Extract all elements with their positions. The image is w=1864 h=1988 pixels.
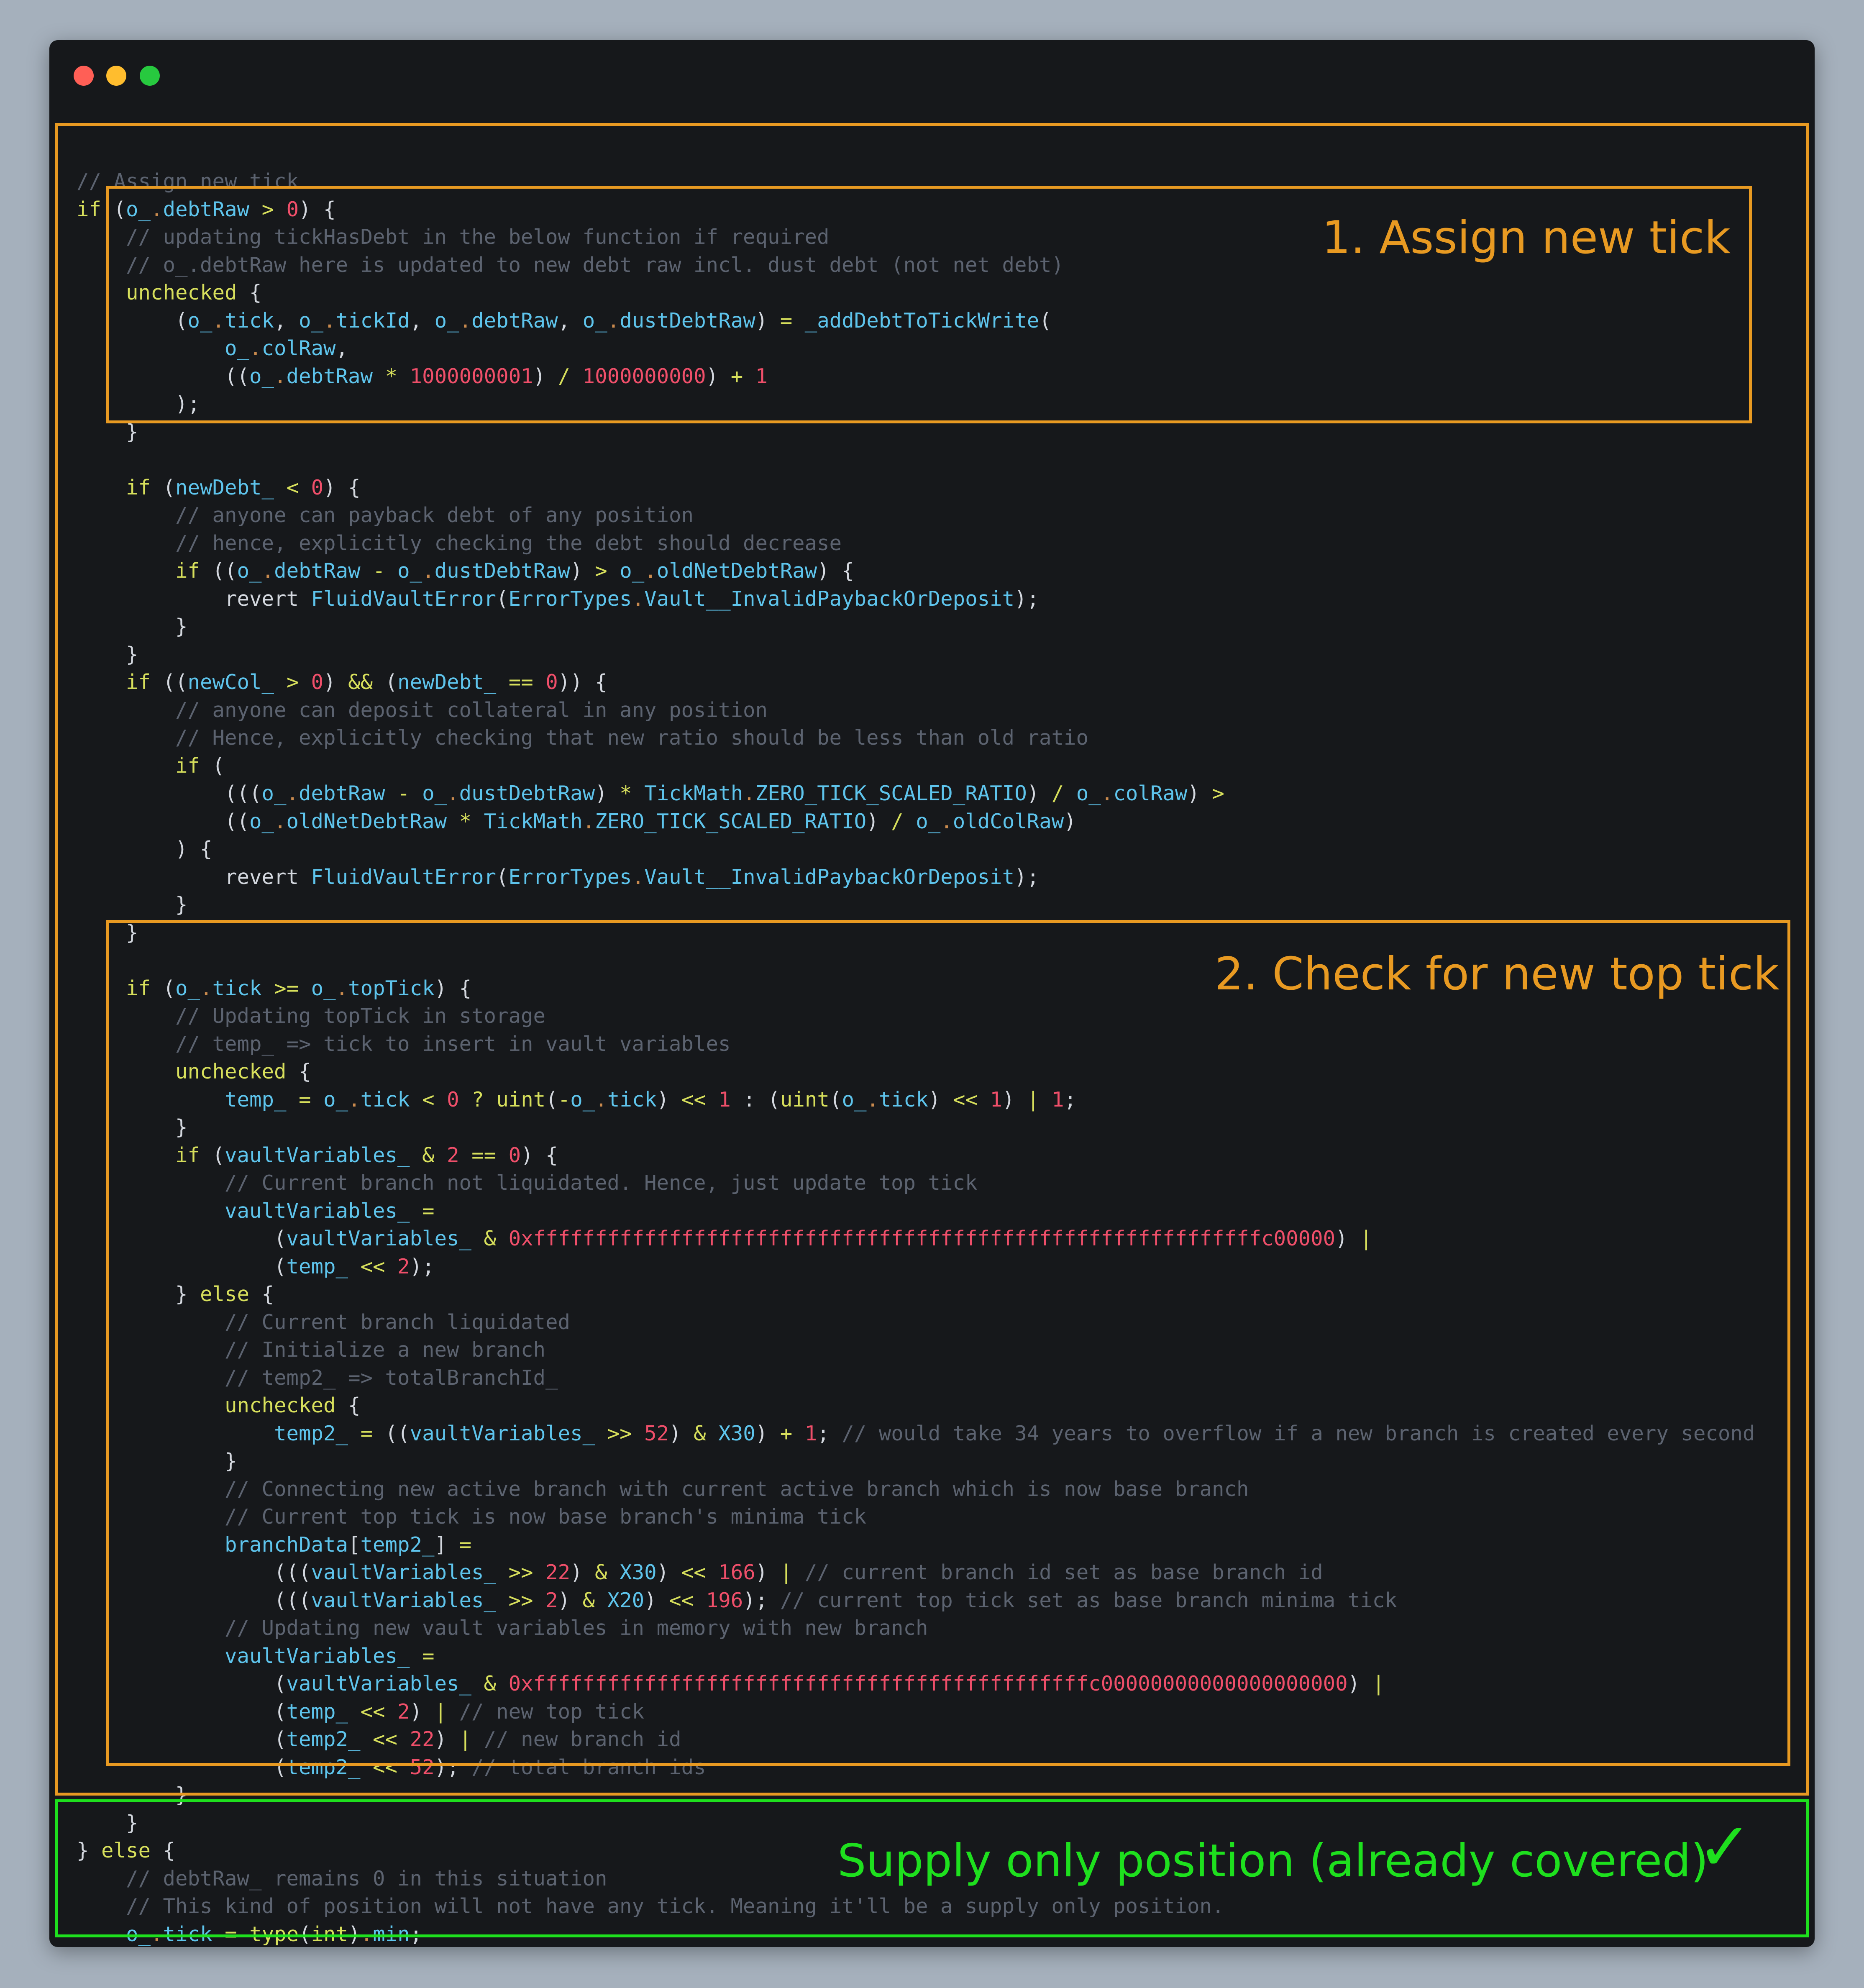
annotation-label-supply-only: Supply only position (already covered) [837, 1835, 1709, 1887]
maximize-window-button[interactable] [140, 66, 160, 86]
annotation-label-assign-tick: 1. Assign new tick [1322, 212, 1731, 264]
annotation-label-top-tick: 2. Check for new top tick [1215, 948, 1780, 1000]
minimize-window-button[interactable] [106, 66, 126, 86]
close-window-button[interactable] [74, 66, 94, 86]
editor-window: // Assign new tick if (o_.debtRaw > 0) { … [49, 40, 1815, 1947]
annotation-box-top-tick [106, 920, 1790, 1766]
check-mark-icon: ✓ [1697, 1808, 1753, 1886]
